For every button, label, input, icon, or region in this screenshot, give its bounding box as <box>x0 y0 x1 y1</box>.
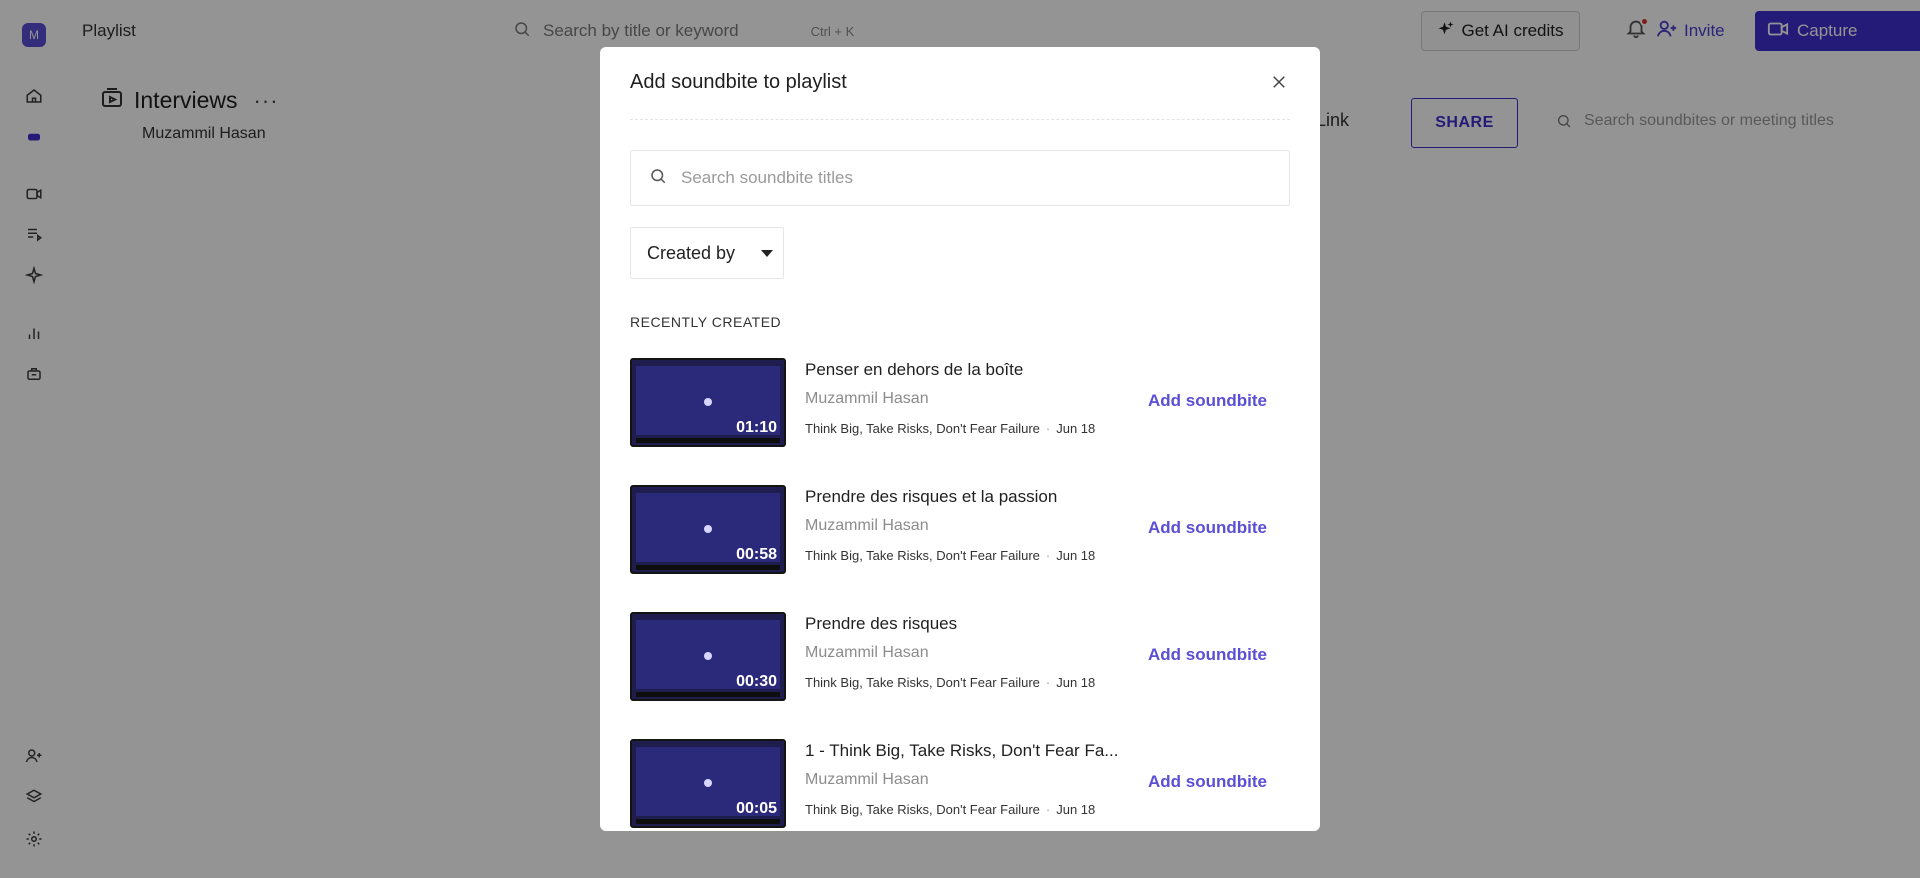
duration-badge: 00:58 <box>736 546 777 563</box>
soundbite-title: 1 - Think Big, Take Risks, Don't Fear Fa… <box>805 741 1119 760</box>
soundbite-meta: Think Big, Take Risks, Don't Fear Failur… <box>805 548 1096 563</box>
created-date: Jun 18 <box>1056 675 1096 690</box>
search-icon <box>649 167 667 190</box>
modal-divider <box>630 119 1290 120</box>
section-label: RECENTLY CREATED <box>630 314 782 330</box>
meeting-name: Think Big, Take Risks, Don't Fear Failur… <box>805 675 1040 690</box>
soundbite-author: Muzammil Hasan <box>805 771 929 788</box>
duration-badge: 00:05 <box>736 800 777 817</box>
soundbite-thumbnail[interactable]: 00:30 <box>630 612 786 701</box>
soundbite-item: 01:10 Penser en dehors de la boîte Muzam… <box>630 358 1290 485</box>
meeting-name: Think Big, Take Risks, Don't Fear Failur… <box>805 421 1040 436</box>
duration-badge: 01:10 <box>736 419 777 436</box>
close-button[interactable] <box>1266 69 1292 95</box>
add-soundbite-button[interactable]: Add soundbite <box>1148 772 1267 792</box>
created-date: Jun 18 <box>1056 548 1096 563</box>
soundbite-item: 00:05 1 - Think Big, Take Risks, Don't F… <box>630 739 1290 831</box>
soundbite-title: Prendre des risques <box>805 614 958 633</box>
play-icon <box>704 779 712 787</box>
add-soundbite-button[interactable]: Add soundbite <box>1148 391 1267 411</box>
soundbite-thumbnail[interactable]: 01:10 <box>630 358 786 447</box>
play-icon <box>704 652 712 660</box>
play-icon <box>704 398 712 406</box>
meeting-name: Think Big, Take Risks, Don't Fear Failur… <box>805 802 1040 817</box>
created-date: Jun 18 <box>1056 421 1096 436</box>
play-icon <box>704 525 712 533</box>
soundbite-meta: Think Big, Take Risks, Don't Fear Failur… <box>805 675 1096 690</box>
soundbite-meta: Think Big, Take Risks, Don't Fear Failur… <box>805 802 1096 817</box>
meeting-name: Think Big, Take Risks, Don't Fear Failur… <box>805 548 1040 563</box>
soundbite-item: 00:58 Prendre des risques et la passion … <box>630 485 1290 612</box>
soundbite-author: Muzammil Hasan <box>805 390 929 407</box>
caret-down-icon <box>761 250 773 257</box>
soundbite-search <box>630 150 1290 206</box>
soundbite-thumbnail[interactable]: 00:58 <box>630 485 786 574</box>
soundbite-item: 00:30 Prendre des risques Muzammil Hasan… <box>630 612 1290 739</box>
soundbite-author: Muzammil Hasan <box>805 644 929 661</box>
add-soundbite-modal: Add soundbite to playlist Created by REC… <box>600 47 1320 831</box>
soundbite-author: Muzammil Hasan <box>805 517 929 534</box>
duration-badge: 00:30 <box>736 673 777 690</box>
add-soundbite-button[interactable]: Add soundbite <box>1148 518 1267 538</box>
close-icon <box>1273 76 1285 88</box>
soundbite-title: Prendre des risques et la passion <box>805 487 1058 506</box>
add-soundbite-button[interactable]: Add soundbite <box>1148 645 1267 665</box>
soundbite-list: 01:10 Penser en dehors de la boîte Muzam… <box>630 358 1290 831</box>
soundbite-search-input[interactable] <box>681 168 1241 188</box>
created-by-filter[interactable]: Created by <box>630 227 784 279</box>
soundbite-thumbnail[interactable]: 00:05 <box>630 739 786 828</box>
created-date: Jun 18 <box>1056 802 1096 817</box>
soundbite-meta: Think Big, Take Risks, Don't Fear Failur… <box>805 421 1096 436</box>
created-by-label: Created by <box>647 242 736 263</box>
modal-title: Add soundbite to playlist <box>630 71 847 93</box>
soundbite-title: Penser en dehors de la boîte <box>805 360 1024 379</box>
